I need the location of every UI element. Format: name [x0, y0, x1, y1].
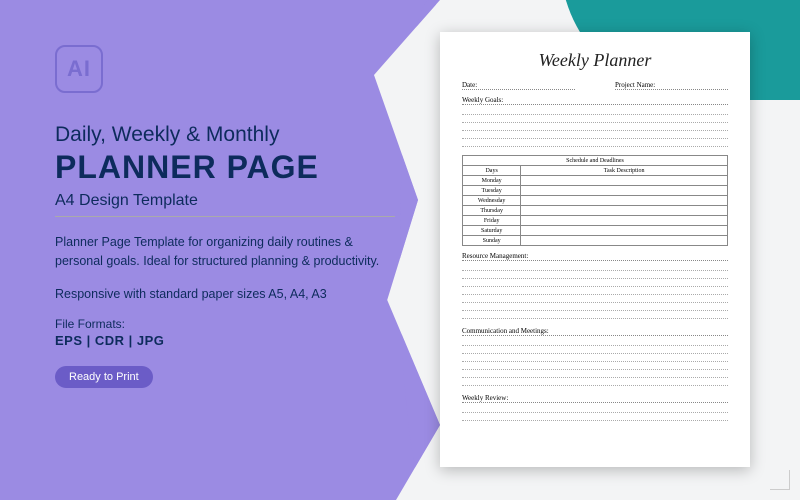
- day-row: Wednesday: [463, 196, 521, 206]
- planner-title: Weekly Planner: [462, 50, 728, 71]
- description-1: Planner Page Template for organizing dai…: [55, 233, 395, 271]
- day-row: Sunday: [463, 236, 521, 246]
- crop-mark-br: [770, 470, 790, 490]
- weekly-review-label: Weekly Review:: [462, 394, 728, 403]
- weekly-review-lines: [462, 405, 728, 421]
- resource-mgmt-label: Resource Management:: [462, 252, 728, 261]
- planner-page-preview: Weekly Planner Date: Project Name: Weekl…: [440, 32, 750, 467]
- file-formats-value: EPS | CDR | JPG: [55, 333, 395, 348]
- schedule-header: Schedule and Deadlines: [463, 156, 728, 166]
- title-line-2: PLANNER PAGE: [55, 149, 395, 186]
- resource-mgmt-lines: [462, 263, 728, 319]
- ready-to-print-badge: Ready to Print: [55, 366, 153, 388]
- day-row: Friday: [463, 216, 521, 226]
- ai-badge: AI: [55, 45, 103, 93]
- planner-meta-row: Date: Project Name:: [462, 81, 728, 90]
- title-line-1: Daily, Weekly & Monthly: [55, 123, 395, 147]
- col-days: Days: [463, 166, 521, 176]
- day-row: Saturday: [463, 226, 521, 236]
- subtitle: A4 Design Template: [55, 192, 395, 210]
- day-row: Monday: [463, 176, 521, 186]
- day-row: Thursday: [463, 206, 521, 216]
- schedule-table: Schedule and Deadlines Days Task Descrip…: [462, 155, 728, 246]
- product-info-panel: AI Daily, Weekly & Monthly PLANNER PAGE …: [55, 45, 395, 388]
- comm-meetings-lines: [462, 338, 728, 386]
- project-label: Project Name:: [615, 81, 728, 90]
- date-label: Date:: [462, 81, 575, 90]
- weekly-goals-label: Weekly Goals:: [462, 96, 728, 105]
- ai-badge-text: AI: [67, 56, 91, 82]
- comm-meetings-label: Communication and Meetings:: [462, 327, 728, 336]
- col-task: Task Description: [521, 166, 728, 176]
- weekly-goals-lines: [462, 107, 728, 147]
- description-2: Responsive with standard paper sizes A5,…: [55, 285, 395, 304]
- day-row: Tuesday: [463, 186, 521, 196]
- file-formats-label: File Formats:: [55, 317, 395, 331]
- divider: [55, 216, 395, 217]
